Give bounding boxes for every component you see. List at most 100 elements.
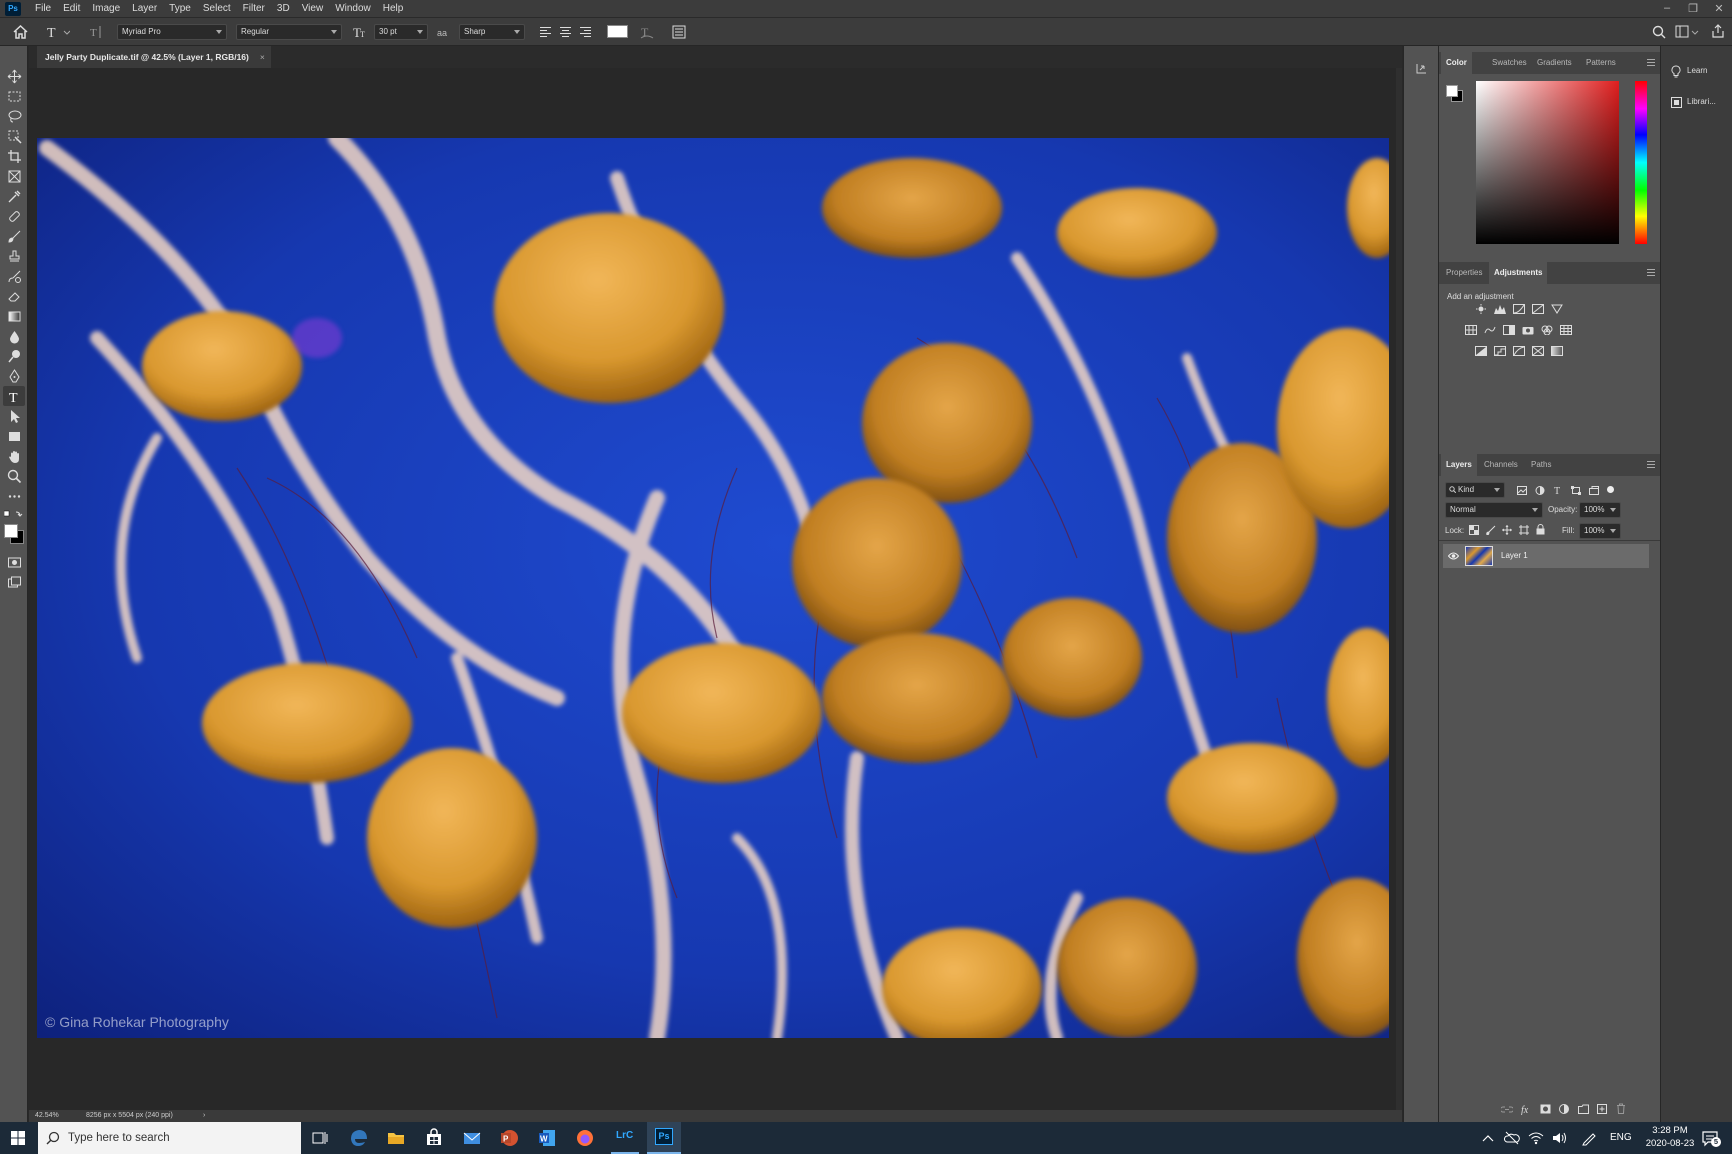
threshold-icon[interactable] <box>1513 346 1525 356</box>
quick-mask-icon[interactable] <box>7 555 22 570</box>
frame-tool-icon[interactable] <box>7 169 22 184</box>
notifications-button[interactable]: 5 <box>1700 1128 1721 1148</box>
character-panel-icon[interactable] <box>672 25 686 39</box>
menu-window[interactable]: Window <box>329 0 377 18</box>
search-icon[interactable] <box>1652 25 1666 39</box>
color-balance-icon[interactable] <box>1484 325 1496 335</box>
dodge-tool-icon[interactable] <box>7 349 22 364</box>
black-white-icon[interactable] <box>1503 325 1515 335</box>
jellyfish-photo[interactable]: © Gina Rohekar Photography <box>37 138 1389 1038</box>
horizontal-type-tool-icon[interactable]: T <box>7 389 22 404</box>
type-tool-preset-icon[interactable]: T <box>46 24 70 40</box>
share-icon[interactable] <box>1711 24 1725 39</box>
more-tools-icon[interactable] <box>7 489 22 504</box>
text-color-swatch[interactable] <box>607 25 628 38</box>
clone-stamp-tool-icon[interactable] <box>7 249 22 264</box>
hand-tool-icon[interactable] <box>7 449 22 464</box>
add-mask-icon[interactable] <box>1540 1104 1551 1114</box>
layer-row[interactable]: Layer 1 <box>1443 544 1649 568</box>
rectangle-tool-icon[interactable] <box>7 429 22 444</box>
tab-patterns[interactable]: Patterns <box>1581 52 1621 74</box>
color-lookup-icon[interactable] <box>1560 325 1572 335</box>
tab-layers[interactable]: Layers <box>1441 454 1477 476</box>
zoom-level[interactable]: 42.54% <box>35 1110 59 1122</box>
warp-text-icon[interactable]: T <box>640 24 654 40</box>
volume-icon[interactable] <box>1552 1131 1568 1145</box>
libraries-panel-button[interactable]: Librari... <box>1667 91 1716 113</box>
filter-toggle-icon[interactable] <box>1607 486 1614 493</box>
vertical-scrollbar[interactable] <box>1396 68 1402 1110</box>
blur-tool-icon[interactable] <box>7 329 22 344</box>
tab-paths[interactable]: Paths <box>1526 454 1556 476</box>
font-style-select[interactable]: Regular <box>236 24 342 40</box>
brightness-contrast-icon[interactable] <box>1475 304 1487 314</box>
move-tool-icon[interactable] <box>7 69 22 84</box>
wifi-icon[interactable] <box>1528 1131 1544 1145</box>
saturation-value-field[interactable] <box>1476 81 1619 244</box>
align-left-icon[interactable] <box>539 26 552 38</box>
tab-channels[interactable]: Channels <box>1479 454 1523 476</box>
hue-slider[interactable] <box>1635 81 1647 244</box>
tab-adjustments[interactable]: Adjustments <box>1489 262 1548 284</box>
lock-artboard-icon[interactable] <box>1519 525 1529 535</box>
vibrance-icon[interactable] <box>1551 304 1563 314</box>
align-center-icon[interactable] <box>559 26 572 38</box>
eyedropper-tool-icon[interactable] <box>7 189 22 204</box>
lightroom-classic-taskbar-button[interactable]: LrC <box>611 1122 639 1154</box>
menu-select[interactable]: Select <box>197 0 237 18</box>
tab-properties[interactable]: Properties <box>1441 262 1487 284</box>
photoshop-taskbar-button[interactable]: Ps <box>647 1122 681 1154</box>
screen-mode-icon[interactable] <box>7 575 22 590</box>
new-group-icon[interactable] <box>1578 1104 1589 1114</box>
gradient-map-icon[interactable] <box>1551 346 1563 356</box>
tray-chevron-up-icon[interactable] <box>1482 1133 1494 1143</box>
filter-smart-object-icon[interactable] <box>1589 486 1599 495</box>
menu-help[interactable]: Help <box>377 0 410 18</box>
new-adjustment-layer-icon[interactable] <box>1559 1104 1569 1114</box>
marquee-tool-icon[interactable] <box>7 89 22 104</box>
align-right-icon[interactable] <box>579 26 592 38</box>
levels-icon[interactable] <box>1494 304 1506 314</box>
panel-menu-icon[interactable] <box>1647 269 1655 276</box>
exposure-icon[interactable] <box>1532 304 1544 314</box>
menu-filter[interactable]: Filter <box>237 0 271 18</box>
layer-filter-kind-select[interactable]: Kind <box>1445 482 1505 498</box>
menu-edit[interactable]: Edit <box>57 0 86 18</box>
menu-type[interactable]: Type <box>163 0 197 18</box>
opacity-input[interactable]: 100% <box>1579 502 1621 518</box>
layer-visibility-eye-icon[interactable] <box>1448 552 1459 560</box>
font-family-select[interactable]: Myriad Pro <box>117 24 227 40</box>
layer-style-fx-icon[interactable]: fx <box>1521 1103 1533 1115</box>
document-tab[interactable]: Jelly Party Duplicate.tif @ 42.5% (Layer… <box>37 46 271 68</box>
status-menu-arrow[interactable]: › <box>203 1110 205 1122</box>
menu-file[interactable]: File <box>29 0 57 18</box>
font-size-select[interactable]: 30 pt <box>374 24 428 40</box>
taskbar-search-box[interactable]: Type here to search <box>38 1122 301 1154</box>
tab-color[interactable]: Color <box>1441 52 1472 74</box>
link-layers-icon[interactable] <box>1501 1105 1513 1114</box>
fill-input[interactable]: 100% <box>1579 523 1621 539</box>
history-panel-icon[interactable] <box>1415 62 1428 75</box>
object-selection-tool-icon[interactable] <box>7 129 22 144</box>
menu-layer[interactable]: Layer <box>126 0 163 18</box>
blend-mode-select[interactable]: Normal <box>1445 502 1543 518</box>
restore-icon[interactable]: ❐ <box>1680 2 1706 15</box>
brush-tool-icon[interactable] <box>7 229 22 244</box>
lock-image-pixels-icon[interactable] <box>1486 525 1496 535</box>
mail-icon[interactable] <box>462 1128 482 1148</box>
lock-transparent-pixels-icon[interactable] <box>1469 525 1479 535</box>
channel-mixer-icon[interactable] <box>1541 325 1553 335</box>
delete-layer-icon[interactable] <box>1616 1103 1626 1114</box>
home-icon[interactable] <box>13 25 28 39</box>
swap-colors-icon[interactable] <box>4 510 24 520</box>
new-layer-icon[interactable] <box>1597 1104 1607 1114</box>
hue-saturation-icon[interactable] <box>1465 325 1477 335</box>
close-tab-icon[interactable]: × <box>260 46 265 68</box>
tab-gradients[interactable]: Gradients <box>1532 52 1577 74</box>
file-explorer-icon[interactable] <box>386 1128 406 1148</box>
minimize-icon[interactable]: – <box>1654 2 1680 15</box>
posterize-icon[interactable] <box>1494 346 1506 356</box>
canvas-area[interactable]: © Gina Rohekar Photography <box>29 68 1402 1110</box>
crop-tool-icon[interactable] <box>7 149 22 164</box>
foreground-color-swatch[interactable] <box>4 524 18 538</box>
